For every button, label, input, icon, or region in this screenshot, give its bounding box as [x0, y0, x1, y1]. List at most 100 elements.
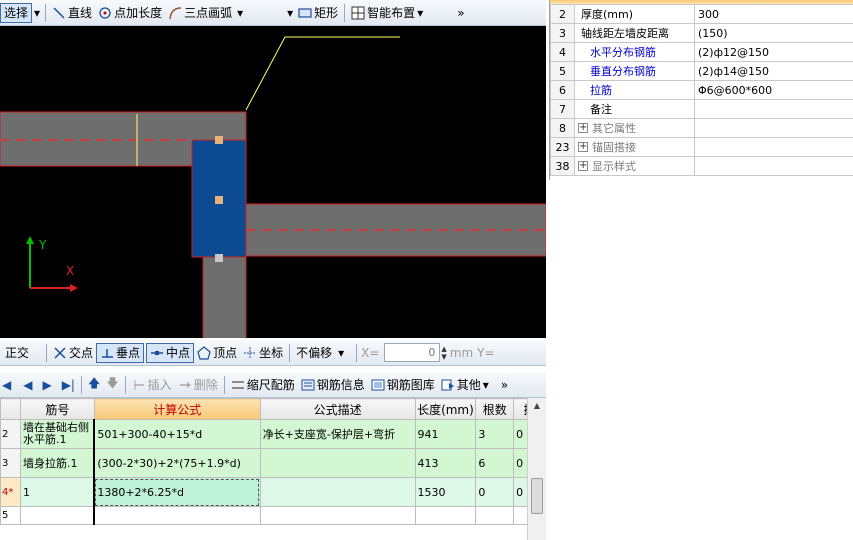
column-header[interactable]: 公式描述 [259, 398, 416, 420]
row-number: 2 [0, 419, 21, 449]
scale-rebar-icon [231, 378, 245, 392]
column-header[interactable]: 计算公式 [93, 398, 261, 420]
property-row[interactable]: 2 厚度(mm) 300 [550, 4, 853, 24]
scale-rebar-button[interactable]: 缩尺配筋 [228, 374, 298, 396]
drawing-canvas[interactable]: Y X [0, 26, 546, 338]
wall-drawing [0, 36, 546, 338]
formula-cell[interactable]: (300-2*30)+2*(75+1.9*d) [93, 448, 261, 478]
property-value[interactable]: (2)ф12@150 [694, 42, 853, 62]
move-up-button[interactable]: 🡅 [85, 374, 103, 396]
arc-dropdown-icon[interactable]: ▾ [235, 2, 245, 24]
column-header[interactable]: 长度(mm) [414, 398, 477, 420]
column-header[interactable]: 根数 [475, 398, 515, 420]
scroll-thumb[interactable] [531, 478, 543, 514]
midpoint-snap-button[interactable]: 中点 [146, 342, 195, 363]
property-row[interactable]: 5 垂直分布钢筋 (2)ф14@150 [550, 61, 853, 81]
property-number: 23 [550, 137, 575, 157]
row-number: 5 [0, 506, 21, 525]
row-number: 3 [0, 448, 21, 478]
rectangle-button[interactable]: 矩形 [295, 2, 341, 24]
rebar-library-button[interactable]: 钢筋图库 [368, 374, 438, 396]
rebar-name-cell[interactable] [19, 506, 95, 525]
other-icon [441, 378, 455, 392]
length-cell[interactable]: 941 [414, 419, 477, 449]
last-record-button[interactable]: ▶| [59, 374, 78, 396]
property-group-name[interactable]: + 显示样式 [574, 156, 695, 176]
vertex-snap-button[interactable]: 顶点 [194, 342, 240, 364]
select-dropdown-icon[interactable]: ▾ [32, 2, 42, 24]
perpendicular-snap-button[interactable]: 垂点 [96, 342, 145, 363]
table-row[interactable]: 3 墙身拉筋.1 (300-2*30)+2*(75+1.9*d) 413 6 0 [0, 448, 546, 478]
property-group-row[interactable]: 38 + 显示样式 [550, 156, 853, 176]
delete-button[interactable]: 删除 [175, 374, 221, 396]
formula-cell[interactable]: 1380+2*6.25*d [93, 477, 261, 507]
expand-icon[interactable]: + [578, 123, 588, 133]
expand-icon[interactable]: + [578, 161, 588, 171]
formula-cell[interactable] [93, 506, 261, 525]
formula-cell[interactable]: 501+300-40+15*d [93, 419, 261, 449]
next-record-button[interactable]: ▶ [39, 374, 54, 396]
prev-record-button[interactable]: ◀ [20, 374, 35, 396]
property-value[interactable]: Φ6@600*600 [694, 80, 853, 100]
rebar-toolbar-overflow-icon[interactable]: » [498, 374, 511, 396]
formula-desc-cell[interactable] [259, 477, 416, 507]
scroll-up-icon[interactable]: ▲ [528, 398, 546, 414]
formula-desc-cell[interactable] [259, 448, 416, 478]
point-length-button[interactable]: 点加长度 [95, 2, 165, 24]
table-row[interactable]: 2 墙在基础右侧水平筋.1 501+300-40+15*d 净长+支座宽-保护层… [0, 419, 546, 449]
length-cell[interactable] [414, 506, 477, 525]
property-number: 5 [550, 61, 575, 81]
rebar-name-cell[interactable]: 墙在基础右侧水平筋.1 [19, 419, 95, 449]
toolbar-divider [356, 343, 358, 362]
property-group-row[interactable]: 23 + 锚固搭接 [550, 137, 853, 157]
formula-desc-cell[interactable] [259, 506, 416, 525]
length-cell[interactable]: 1530 [414, 477, 477, 507]
coordinate-snap-button[interactable]: 坐标 [240, 342, 286, 364]
property-value[interactable]: 300 [694, 4, 853, 24]
property-value[interactable]: (150) [694, 23, 853, 43]
y-axis-arrow [26, 236, 34, 244]
select-button[interactable]: 选择 [0, 2, 33, 23]
property-number: 6 [550, 80, 575, 100]
row-number: 4* [0, 477, 21, 507]
property-row[interactable]: 4 水平分布钢筋 (2)ф12@150 [550, 42, 853, 62]
property-row[interactable]: 3 轴线距左墙皮距离 (150) [550, 23, 853, 43]
offset-select[interactable]: 不偏移 ▾ [293, 342, 353, 364]
rebar-info-button[interactable]: 钢筋信息 [298, 374, 368, 396]
line-button[interactable]: 直线 [49, 2, 95, 24]
rebar-name-cell[interactable]: 1 [19, 477, 95, 507]
grip-point [215, 196, 223, 204]
x-coordinate-input[interactable]: 0 [384, 343, 441, 362]
rebar-name-cell[interactable]: 墙身拉筋.1 [19, 448, 95, 478]
length-cell[interactable]: 413 [414, 448, 477, 478]
insert-button[interactable]: 插入 [129, 374, 175, 396]
ortho-button[interactable]: 正交 [0, 342, 32, 364]
property-group-name[interactable]: + 锚固搭接 [574, 137, 695, 157]
table-row[interactable]: 4* 1 1380+2*6.25*d 1530 0 0 [0, 477, 546, 507]
column-header[interactable]: 筋号 [19, 398, 95, 420]
move-down-button[interactable]: 🡇 [103, 374, 121, 396]
toolbar-overflow-icon[interactable]: » [454, 2, 467, 24]
count-cell[interactable]: 0 [475, 477, 515, 507]
other-menu-button[interactable]: 其他 ▾ [438, 374, 492, 396]
property-row[interactable]: 7 备注 [550, 99, 853, 119]
table-scrollbar[interactable]: ▲ [527, 398, 546, 540]
y-label: Y= [477, 345, 495, 360]
count-cell[interactable]: 3 [475, 419, 515, 449]
table-row[interactable]: 5 [0, 506, 546, 525]
property-group-name[interactable]: + 其它属性 [574, 118, 695, 138]
property-value[interactable] [694, 99, 853, 119]
count-cell[interactable] [475, 506, 515, 525]
expand-icon[interactable]: + [578, 142, 588, 152]
property-row[interactable]: 6 拉筋 Φ6@600*600 [550, 80, 853, 100]
three-point-arc-button[interactable]: 三点画弧 [165, 2, 235, 24]
shape-dropdown-icon[interactable]: ▾ [285, 2, 295, 24]
smart-layout-button[interactable]: 智能布置 ▾ [348, 2, 426, 24]
intersection-snap-button[interactable]: 交点 [50, 342, 96, 364]
formula-desc-cell[interactable]: 净长+支座宽-保护层+弯折 [259, 419, 416, 449]
property-value[interactable]: (2)ф14@150 [694, 61, 853, 81]
first-record-button[interactable]: ◀ [0, 374, 14, 396]
property-group-row[interactable]: 8 + 其它属性 [550, 118, 853, 138]
count-cell[interactable]: 6 [475, 448, 515, 478]
property-value [694, 156, 853, 176]
